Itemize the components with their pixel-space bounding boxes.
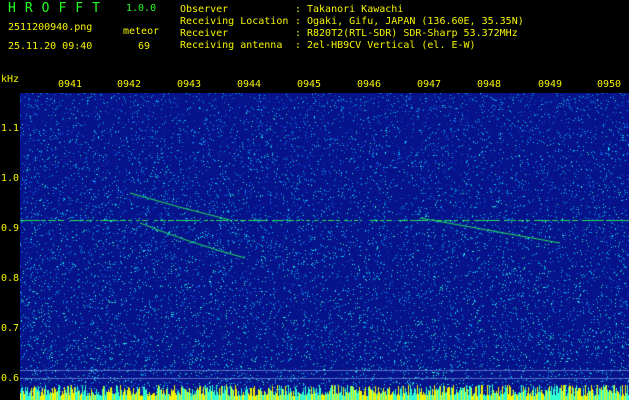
antenna-row: Receiving antenna:2el-HB9CV Vertical (el… bbox=[180, 40, 476, 51]
time-tick: 0945 bbox=[297, 79, 322, 90]
freq-tick: 0.6 bbox=[1, 373, 20, 384]
time-tick: 0947 bbox=[417, 79, 442, 90]
location-label: Receiving Location bbox=[180, 16, 289, 27]
time-tick: 0943 bbox=[177, 79, 202, 90]
observer-value: Takanori Kawachi bbox=[307, 4, 404, 15]
time-tick: 0948 bbox=[477, 79, 502, 90]
time-tick: 0946 bbox=[357, 79, 382, 90]
app-title: HROFFT bbox=[8, 1, 109, 16]
capture-time: 25.11.20 09:40 bbox=[8, 41, 93, 52]
spectrogram-panel bbox=[20, 93, 629, 400]
freq-tick: 0.7 bbox=[1, 323, 20, 334]
receiver-label: Receiver bbox=[180, 28, 229, 39]
time-tick: 0942 bbox=[117, 79, 142, 90]
freq-tick: 0.9 bbox=[1, 223, 20, 234]
time-tick: 0944 bbox=[237, 79, 262, 90]
receiver-value: R820T2(RTL-SDR) SDR-Sharp 53.372MHz bbox=[307, 28, 518, 39]
observer-row: Observer: Takanori Kawachi bbox=[180, 4, 403, 15]
header-panel: HROFFT 1.0.0 2511200940.png 25.11.20 09:… bbox=[0, 0, 629, 85]
location-separator: : bbox=[295, 16, 302, 27]
receiver-row: Receiver: R820T2(RTL-SDR) SDR-Sharp 53.37… bbox=[180, 28, 518, 39]
time-axis: 0941 0942 0943 0944 0945 0946 0947 0948 … bbox=[0, 79, 629, 93]
time-tick: 0941 bbox=[58, 79, 83, 90]
freq-tick: 0.8 bbox=[1, 273, 20, 284]
freq-tick: 1.0 bbox=[1, 173, 20, 184]
spectrogram-waterfall bbox=[20, 93, 629, 400]
time-tick: 0949 bbox=[538, 79, 563, 90]
antenna-value: 2el-HB9CV Vertical (el. E-W) bbox=[307, 40, 476, 51]
observer-separator: : bbox=[295, 4, 302, 15]
receiver-separator: : bbox=[295, 28, 302, 39]
observer-label: Observer bbox=[180, 4, 229, 15]
antenna-label: Receiving antenna bbox=[180, 40, 283, 51]
meteor-label: meteor bbox=[123, 26, 160, 37]
location-row: Receiving Location: Ogaki, Gifu, JAPAN (1… bbox=[180, 16, 524, 27]
freq-tick: 1.1 bbox=[1, 123, 20, 134]
file-name: 2511200940.png bbox=[8, 22, 93, 33]
location-value: Ogaki, Gifu, JAPAN (136.60E, 35.35N) bbox=[307, 16, 524, 27]
antenna-separator: : bbox=[295, 40, 302, 51]
app-version: 1.0.0 bbox=[126, 3, 157, 14]
meteor-count: 69 bbox=[138, 41, 151, 52]
time-tick: 0950 bbox=[597, 79, 622, 90]
